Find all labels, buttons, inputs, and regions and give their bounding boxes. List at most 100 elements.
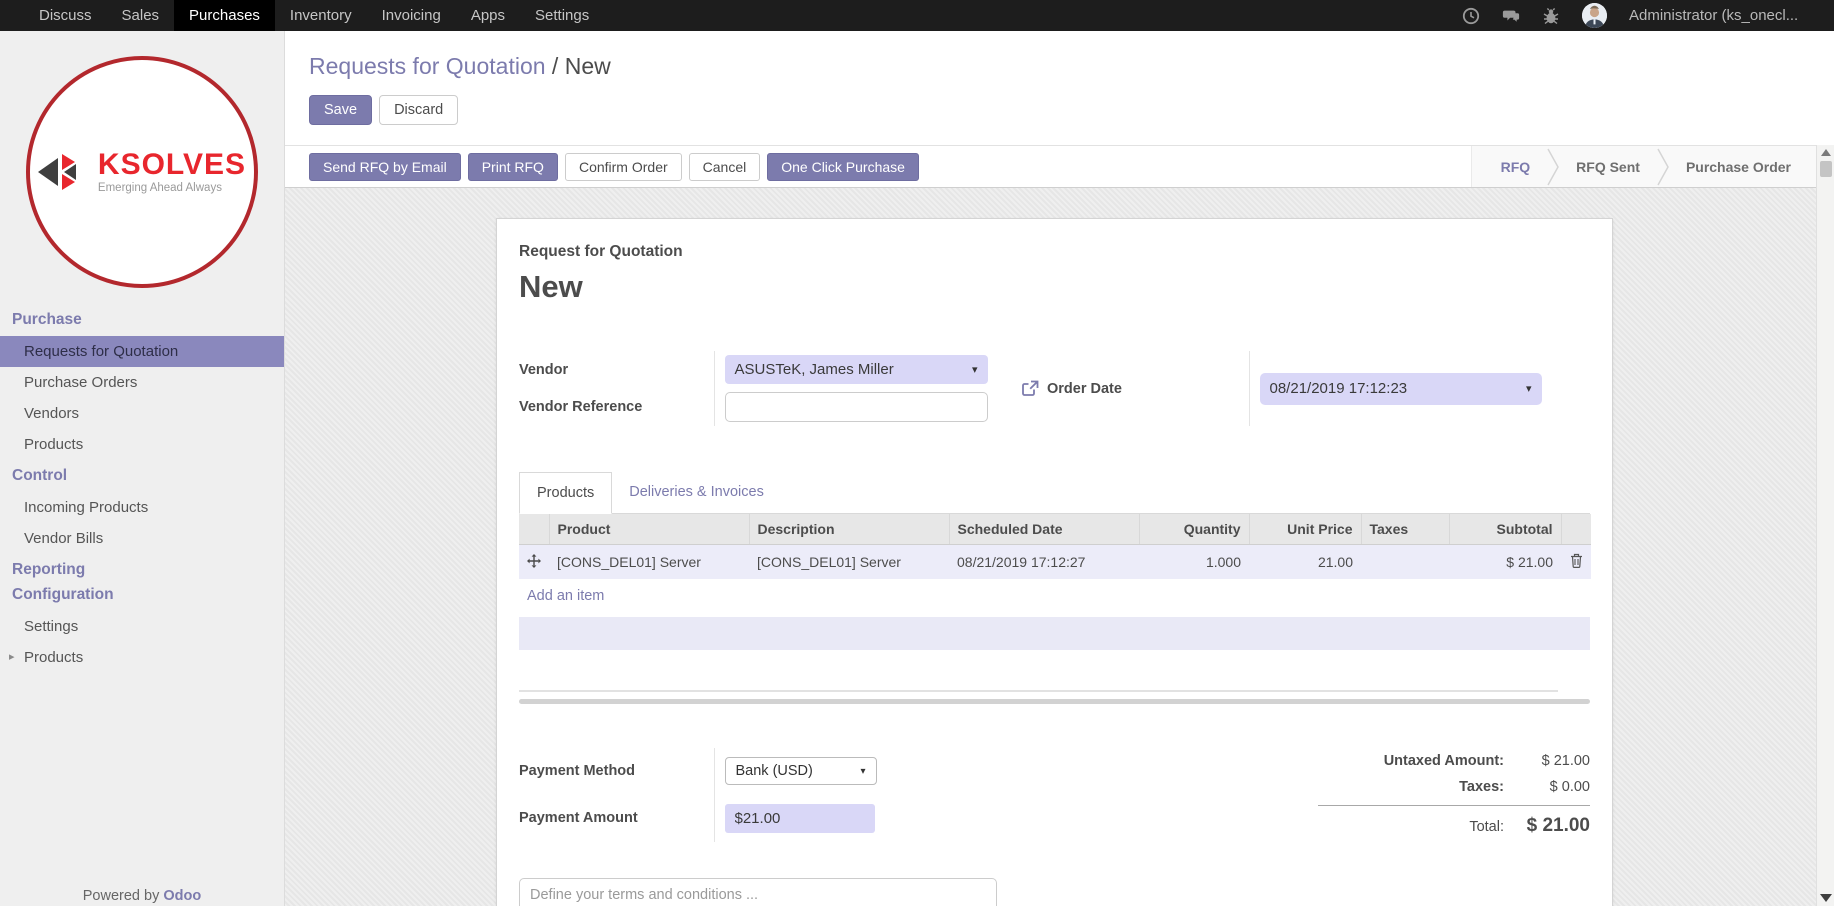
vendor-dropdown[interactable]: ASUSTeK, James Miller ▾: [725, 355, 988, 384]
odoo-link[interactable]: Odoo: [163, 888, 201, 904]
messages-chat-icon[interactable]: [1502, 7, 1520, 25]
sidebar-item-config-products[interactable]: ▸Products: [0, 642, 284, 673]
cell-unit-price[interactable]: 21.00: [1249, 545, 1361, 580]
sidebar-item-purchase-orders[interactable]: Purchase Orders: [0, 367, 284, 398]
scrollbar-thumb[interactable]: [1820, 161, 1832, 177]
sidebar-item-vendor-bills[interactable]: Vendor Bills: [0, 523, 284, 554]
statusbar: RFQ RFQ Sent Purchase Order: [1471, 146, 1834, 187]
chevron-down-icon: ▾: [860, 766, 865, 777]
vendor-reference-label: Vendor Reference: [519, 388, 714, 426]
payment-method-select[interactable]: Bank (USD) ▾: [725, 757, 877, 785]
external-link-icon[interactable]: [1022, 380, 1039, 397]
section-control: Control: [0, 460, 284, 492]
status-step-rfq[interactable]: RFQ: [1484, 159, 1548, 175]
menu-purchases[interactable]: Purchases: [174, 0, 275, 31]
col-quantity: Quantity: [1139, 514, 1249, 545]
vertical-scrollbar[interactable]: [1816, 145, 1834, 906]
separator-line: [519, 690, 1558, 692]
cell-taxes[interactable]: [1361, 545, 1449, 580]
discard-button[interactable]: Discard: [379, 95, 458, 125]
cell-scheduled-date[interactable]: 08/21/2019 17:12:27: [949, 545, 1139, 580]
order-lines-table: Product Description Scheduled Date Quant…: [519, 514, 1591, 579]
cell-quantity[interactable]: 1.000: [1139, 545, 1249, 580]
sidebar-item-vendors[interactable]: Vendors: [0, 398, 284, 429]
terms-and-conditions-textarea[interactable]: [519, 878, 997, 906]
menu-inventory[interactable]: Inventory: [275, 0, 367, 31]
one-click-purchase-button[interactable]: One Click Purchase: [767, 153, 919, 181]
confirm-order-button[interactable]: Confirm Order: [565, 153, 682, 181]
col-product: Product: [549, 514, 749, 545]
col-taxes: Taxes: [1361, 514, 1449, 545]
scroll-up-arrow-icon[interactable]: [1821, 149, 1831, 156]
handle-column-header: [519, 514, 549, 545]
breadcrumb-parent-link[interactable]: Requests for Quotation: [309, 53, 546, 79]
breadcrumb-current: New: [565, 53, 611, 79]
debug-bug-icon[interactable]: [1542, 7, 1560, 25]
menu-settings[interactable]: Settings: [520, 0, 604, 31]
menu-apps[interactable]: Apps: [456, 0, 520, 31]
logo-tagline: Emerging Ahead Always: [98, 182, 246, 194]
form-canvas: Request for Quotation New Vendor ASUSTeK…: [285, 188, 1834, 906]
status-step-purchase-order[interactable]: Purchase Order: [1669, 159, 1808, 175]
ksolves-logo: KSOLVES Emerging Ahead Always: [26, 56, 258, 288]
chevron-down-icon: ▾: [972, 363, 978, 376]
sidebar-item-requests-for-quotation[interactable]: Requests for Quotation: [0, 336, 284, 367]
payment-amount-input[interactable]: [725, 804, 875, 833]
menu-sales[interactable]: Sales: [107, 0, 175, 31]
untaxed-amount-label: Untaxed Amount:: [1384, 753, 1504, 769]
breadcrumb: Requests for Quotation / New: [309, 53, 1834, 80]
col-scheduled-date: Scheduled Date: [949, 514, 1139, 545]
form-subtitle: Request for Quotation: [519, 243, 1590, 261]
action-toolbar: Send RFQ by Email Print RFQ Confirm Orde…: [285, 145, 1834, 188]
print-rfq-button[interactable]: Print RFQ: [468, 153, 558, 181]
chevron-down-icon: ▾: [1526, 382, 1532, 395]
powered-by: Powered by Odoo: [0, 888, 284, 904]
taxes-label: Taxes:: [1459, 779, 1504, 795]
empty-line-placeholder: [519, 617, 1590, 650]
statusbar-chevron-icon: [1547, 147, 1559, 187]
top-navbar: Discuss Sales Purchases Inventory Invoic…: [0, 0, 1834, 31]
send-rfq-email-button[interactable]: Send RFQ by Email: [309, 153, 461, 181]
section-purchase: Purchase: [0, 304, 284, 336]
scroll-down-arrow-icon[interactable]: [1820, 894, 1832, 902]
notebook-tabs: Products Deliveries & Invoices: [519, 472, 1590, 514]
add-an-item-link[interactable]: Add an item: [519, 579, 612, 604]
payment-group: Payment Method Bank (USD) ▾ Payment Amou…: [519, 748, 1022, 842]
sidebar-nav: Purchase Requests for Quotation Purchase…: [0, 304, 284, 673]
tab-products[interactable]: Products: [519, 472, 612, 514]
tab-deliveries-invoices[interactable]: Deliveries & Invoices: [612, 472, 781, 513]
record-title: New: [519, 269, 1590, 305]
cell-product[interactable]: [CONS_DEL01] Server: [549, 545, 749, 580]
breadcrumb-separator: /: [552, 53, 565, 79]
cancel-button[interactable]: Cancel: [689, 153, 761, 181]
form-sheet: Request for Quotation New Vendor ASUSTeK…: [496, 218, 1613, 906]
trash-icon[interactable]: [1570, 553, 1583, 568]
taxes-value: $ 0.00: [1504, 779, 1590, 795]
table-row[interactable]: [CONS_DEL01] Server [CONS_DEL01] Server …: [519, 545, 1591, 580]
vendor-label: Vendor: [519, 351, 714, 388]
delete-column-header: [1561, 514, 1591, 545]
user-avatar[interactable]: [1582, 3, 1607, 28]
section-configuration: Configuration: [0, 586, 284, 611]
payment-amount-label: Payment Amount: [519, 794, 714, 842]
col-subtotal: Subtotal: [1449, 514, 1561, 545]
sidebar-item-settings[interactable]: Settings: [0, 611, 284, 642]
drag-handle-icon[interactable]: [527, 554, 541, 568]
sidebar-item-products[interactable]: Products: [0, 429, 284, 460]
sidebar-item-incoming-products[interactable]: Incoming Products: [0, 492, 284, 523]
expand-arrow-icon[interactable]: ▸: [9, 650, 15, 663]
horizontal-scrollbar-track[interactable]: [519, 699, 1590, 704]
activities-clock-icon[interactable]: [1462, 7, 1480, 25]
order-date-field[interactable]: 08/21/2019 17:12:23 ▾: [1260, 373, 1542, 405]
breadcrumb-row: Requests for Quotation / New Save Discar…: [285, 31, 1834, 145]
menu-discuss[interactable]: Discuss: [24, 0, 107, 31]
status-step-rfq-sent[interactable]: RFQ Sent: [1559, 159, 1657, 175]
statusbar-chevron-icon: [1657, 147, 1669, 187]
cell-description[interactable]: [CONS_DEL01] Server: [749, 545, 949, 580]
section-reporting: Reporting: [0, 554, 284, 586]
user-menu[interactable]: Administrator (ks_onecl...: [1629, 7, 1834, 24]
untaxed-amount-value: $ 21.00: [1504, 753, 1590, 769]
vendor-reference-input[interactable]: [725, 392, 988, 422]
menu-invoicing[interactable]: Invoicing: [367, 0, 456, 31]
save-button[interactable]: Save: [309, 95, 372, 125]
